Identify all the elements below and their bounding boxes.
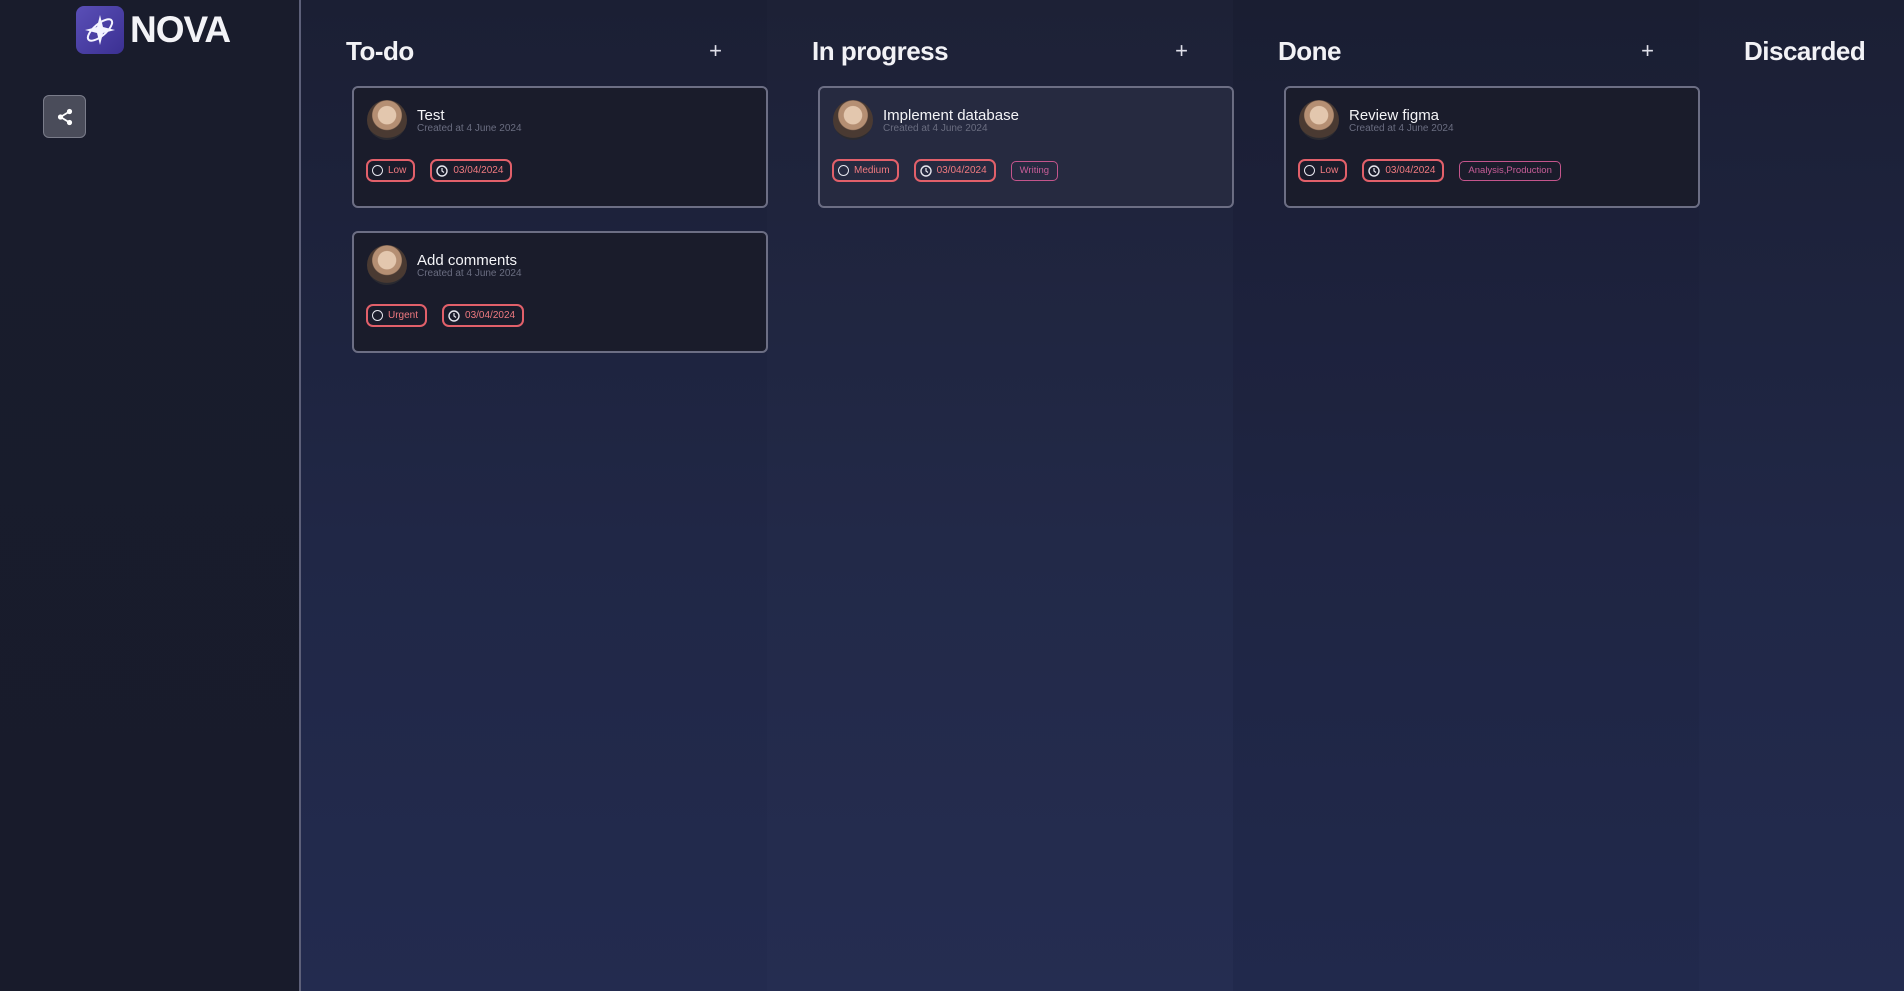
- clock-icon: [436, 164, 449, 177]
- avatar: [367, 245, 407, 285]
- column-todo: To-do + Test Created at 4 June 2024 Low …: [301, 0, 768, 991]
- task-card[interactable]: Review figma Created at 4 June 2024 Low …: [1284, 86, 1700, 208]
- share-icon: [57, 108, 72, 125]
- card-created-date: Created at 4 June 2024: [1349, 123, 1454, 134]
- avatar: [367, 100, 407, 140]
- priority-chip[interactable]: Medium: [832, 159, 899, 182]
- add-card-button[interactable]: +: [709, 40, 722, 62]
- priority-label: Low: [1320, 165, 1339, 176]
- share-button[interactable]: [43, 95, 86, 138]
- circle-icon: [1304, 165, 1315, 176]
- due-date-chip[interactable]: 03/04/2024: [1362, 159, 1445, 182]
- due-date-label: 03/04/2024: [465, 310, 516, 321]
- column-title: Done: [1278, 36, 1342, 66]
- due-date-chip[interactable]: 03/04/2024: [430, 159, 513, 182]
- clock-icon: [1368, 164, 1381, 177]
- column-discarded: Discarded: [1699, 0, 1904, 991]
- logo[interactable]: NOVA: [76, 6, 231, 54]
- add-card-button[interactable]: +: [1641, 40, 1654, 62]
- priority-chip[interactable]: Urgent: [366, 304, 428, 327]
- logo-icon: [76, 6, 124, 54]
- due-date-label: 03/04/2024: [1385, 165, 1436, 176]
- due-date-chip[interactable]: 03/04/2024: [913, 159, 996, 182]
- task-card[interactable]: Add comments Created at 4 June 2024 Urge…: [352, 231, 768, 353]
- card-created-date: Created at 4 June 2024: [417, 268, 522, 279]
- column-done: Done + Review figma Created at 4 June 20…: [1233, 0, 1700, 991]
- task-card[interactable]: Test Created at 4 June 2024 Low 03/04/20…: [352, 86, 768, 208]
- circle-icon: [372, 310, 383, 321]
- avatar: [1299, 100, 1339, 140]
- due-date-chip[interactable]: 03/04/2024: [442, 304, 525, 327]
- card-title: Review figma: [1349, 107, 1440, 124]
- clock-icon: [448, 309, 460, 322]
- card-created-date: Created at 4 June 2024: [883, 123, 988, 134]
- kanban-board: To-do + Test Created at 4 June 2024 Low …: [301, 0, 1904, 991]
- column-title: To-do: [346, 36, 414, 66]
- card-title: Test: [417, 107, 445, 124]
- card-title: Add comments: [417, 252, 518, 269]
- card-created-date: Created at 4 June 2024: [417, 123, 522, 134]
- priority-label: Medium: [854, 165, 890, 176]
- tag-chip[interactable]: Analysis,Production: [1459, 160, 1561, 181]
- priority-chip[interactable]: Low: [366, 159, 416, 182]
- sidebar: NOVA: [0, 0, 301, 991]
- column-title: In progress: [812, 36, 949, 66]
- column-title: Discarded: [1744, 36, 1866, 66]
- priority-chip[interactable]: Low: [1298, 159, 1348, 182]
- due-date-label: 03/04/2024: [936, 165, 987, 176]
- column-in-progress: In progress + Implement database Created…: [767, 0, 1234, 991]
- task-card[interactable]: Implement database Created at 4 June 202…: [818, 86, 1234, 208]
- circle-icon: [838, 165, 849, 176]
- add-card-button[interactable]: +: [1175, 40, 1188, 62]
- priority-label: Low: [388, 165, 407, 176]
- circle-icon: [372, 165, 383, 176]
- tag-chip[interactable]: Writing: [1010, 160, 1059, 181]
- app-name: NOVA: [130, 9, 231, 50]
- clock-icon: [919, 164, 932, 177]
- priority-label: Urgent: [388, 310, 419, 321]
- card-title: Implement database: [883, 107, 1019, 124]
- avatar: [833, 100, 873, 140]
- due-date-label: 03/04/2024: [453, 165, 504, 176]
